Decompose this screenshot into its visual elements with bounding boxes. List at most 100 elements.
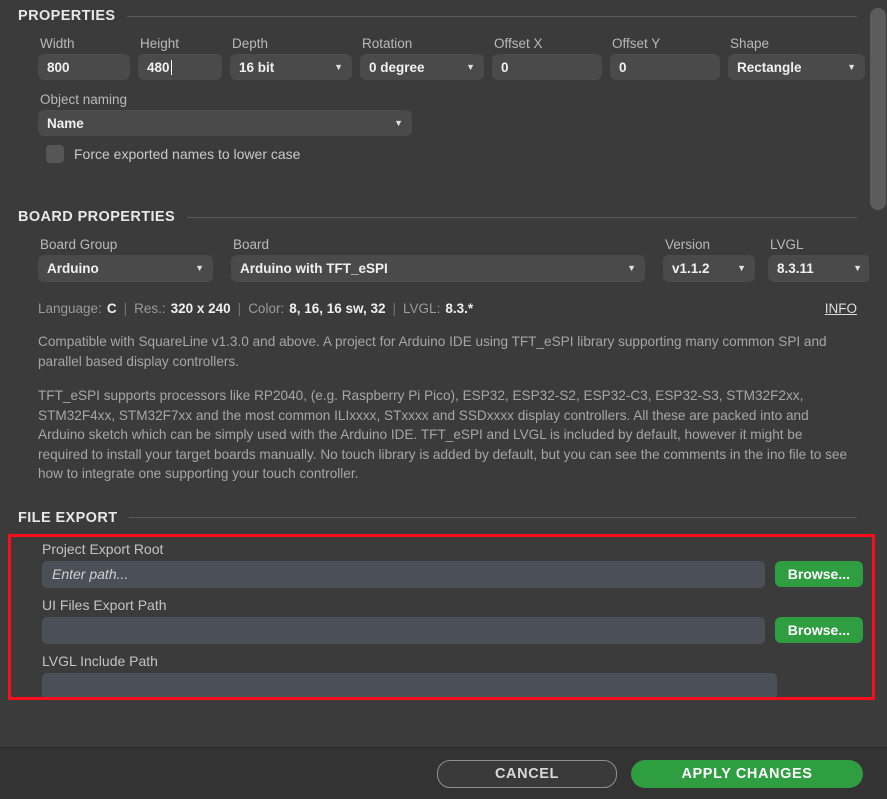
rotation-select[interactable]: 0 degree ▼ (360, 54, 484, 80)
board-properties-section-title: BOARD PROPERTIES (18, 209, 176, 225)
project-export-root-group: Project Export Root Enter path... Browse… (0, 541, 887, 588)
object-naming-block: Object naming Name ▼ (0, 92, 887, 136)
field-label-depth: Depth (232, 36, 269, 51)
depth-select[interactable]: 16 bit ▼ (230, 54, 352, 80)
offset-x-input[interactable]: 0 (492, 54, 602, 80)
lvgl-include-path-input[interactable] (42, 672, 777, 700)
version-value: v1.1.2 (672, 261, 710, 276)
field-version: Version v1.1.2 ▼ (663, 237, 755, 282)
info-link[interactable]: INFO (825, 301, 857, 316)
project-export-root-row: Enter path... Browse... (0, 560, 887, 588)
ui-files-export-path-input[interactable] (42, 616, 765, 644)
rotation-value: 0 degree (369, 59, 425, 75)
object-naming-select[interactable]: Name ▼ (38, 110, 412, 136)
text-caret (170, 59, 172, 75)
shape-value: Rectangle (737, 59, 802, 75)
width-value: 800 (47, 59, 70, 75)
field-label-rotation: Rotation (362, 36, 413, 51)
field-shape: Shape Rectangle ▼ (728, 36, 865, 80)
meta-separator: | (392, 301, 397, 316)
offset-y-input[interactable]: 0 (610, 54, 720, 80)
chevron-down-icon: ▼ (853, 263, 862, 273)
height-value: 480 (147, 59, 170, 75)
board-value: Arduino with TFT_eSPI (240, 261, 388, 276)
file-export-section-title: FILE EXPORT (18, 509, 118, 526)
meta-res-value: 320 x 240 (170, 301, 231, 316)
field-rotation: Rotation 0 degree ▼ (360, 36, 484, 80)
board-group-value: Arduino (47, 261, 99, 276)
field-offset-y: Offset Y 0 (610, 36, 720, 80)
settings-scroll-area: PROPERTIES Width 800 Height 480 Depth 16… (0, 0, 887, 747)
meta-color-key: Color: (248, 301, 285, 316)
board-group-select[interactable]: Arduino ▼ (38, 255, 213, 282)
chevron-down-icon: ▼ (195, 263, 204, 273)
board-meta-line: Language: C | Res.: 320 x 240 | Color: 8… (0, 301, 887, 316)
ui-files-export-path-label: UI Files Export Path (42, 596, 167, 613)
meta-res-key: Res.: (134, 301, 166, 316)
field-label-width: Width (40, 36, 75, 51)
meta-lvgl-value: 8.3.* (445, 301, 474, 316)
field-label-shape: Shape (730, 36, 770, 51)
dialog-bottom-bar: CANCEL APPLY CHANGES (0, 747, 887, 799)
field-label-board: Board (233, 237, 270, 252)
ui-files-export-path-browse-button[interactable]: Browse... (774, 617, 863, 643)
version-select[interactable]: v1.1.2 ▼ (663, 255, 755, 282)
project-export-root-browse-button[interactable]: Browse... (774, 561, 863, 587)
meta-color-value: 8, 16, 16 sw, 32 (289, 301, 386, 316)
chevron-down-icon: ▼ (737, 263, 746, 273)
vertical-scrollbar-track[interactable] (869, 0, 887, 747)
offset-x-value: 0 (501, 59, 509, 75)
lvgl-include-path-label: LVGL Include Path (42, 652, 158, 669)
project-export-root-label: Project Export Root (42, 540, 164, 557)
field-width: Width 800 (38, 36, 130, 80)
shape-select[interactable]: Rectangle ▼ (728, 54, 865, 80)
meta-language-value: C (106, 301, 117, 316)
depth-value: 16 bit (239, 59, 275, 75)
meta-separator: | (237, 301, 242, 316)
width-input[interactable]: 800 (38, 54, 130, 80)
board-properties-section-header: BOARD PROPERTIES (0, 209, 887, 225)
chevron-down-icon: ▼ (847, 61, 856, 72)
board-properties-fields-row: Board Group Arduino ▼ Board Arduino with… (0, 237, 887, 282)
section-rule (127, 15, 857, 17)
lvgl-version-select[interactable]: 8.3.11 ▼ (768, 255, 871, 282)
height-input[interactable]: 480 (138, 54, 222, 80)
chevron-down-icon: ▼ (334, 61, 343, 72)
object-naming-label: Object naming (40, 92, 128, 107)
offset-y-value: 0 (619, 59, 627, 75)
file-export-section-header: FILE EXPORT (0, 510, 887, 526)
force-lowercase-checkbox[interactable] (46, 145, 64, 163)
lvgl-include-path-row (0, 672, 887, 700)
field-board-group: Board Group Arduino ▼ (38, 237, 213, 282)
board-description-paragraph-1: Compatible with SquareLine v1.3.0 and ab… (38, 334, 827, 369)
chevron-down-icon: ▼ (466, 61, 475, 72)
field-label-board-group: Board Group (40, 237, 118, 252)
properties-section-title: PROPERTIES (18, 8, 116, 24)
force-lowercase-label: Force exported names to lower case (74, 146, 301, 162)
field-label-height: Height (140, 36, 180, 51)
field-label-lvgl: LVGL (770, 237, 804, 252)
force-lowercase-row[interactable]: Force exported names to lower case (0, 145, 887, 163)
apply-changes-button[interactable]: APPLY CHANGES (631, 759, 863, 788)
chevron-down-icon: ▼ (627, 263, 636, 273)
field-height: Height 480 (138, 36, 222, 80)
vertical-scrollbar-thumb[interactable] (870, 8, 886, 210)
cancel-button[interactable]: CANCEL (437, 759, 617, 788)
project-export-root-input[interactable]: Enter path... (42, 560, 765, 588)
object-naming-value: Name (47, 115, 84, 131)
field-board: Board Arduino with TFT_eSPI ▼ (231, 237, 645, 282)
field-label-offset-y: Offset Y (612, 36, 661, 51)
properties-fields-row: Width 800 Height 480 Depth 16 bit ▼ Rota… (0, 36, 887, 80)
properties-section-header: PROPERTIES (0, 8, 887, 24)
field-lvgl-version: LVGL 8.3.11 ▼ (768, 237, 871, 282)
section-rule (129, 517, 857, 518)
chevron-down-icon: ▼ (394, 117, 403, 128)
board-description-paragraph-2: TFT_eSPI supports processors like RP2040… (38, 388, 848, 481)
board-select[interactable]: Arduino with TFT_eSPI ▼ (231, 255, 645, 282)
field-offset-x: Offset X 0 (492, 36, 602, 80)
ui-files-export-path-row: Browse... (0, 616, 887, 644)
lvgl-include-path-group: LVGL Include Path (0, 653, 887, 700)
section-rule (187, 216, 857, 218)
project-export-root-placeholder: Enter path... (52, 566, 129, 582)
meta-separator: | (123, 301, 128, 316)
